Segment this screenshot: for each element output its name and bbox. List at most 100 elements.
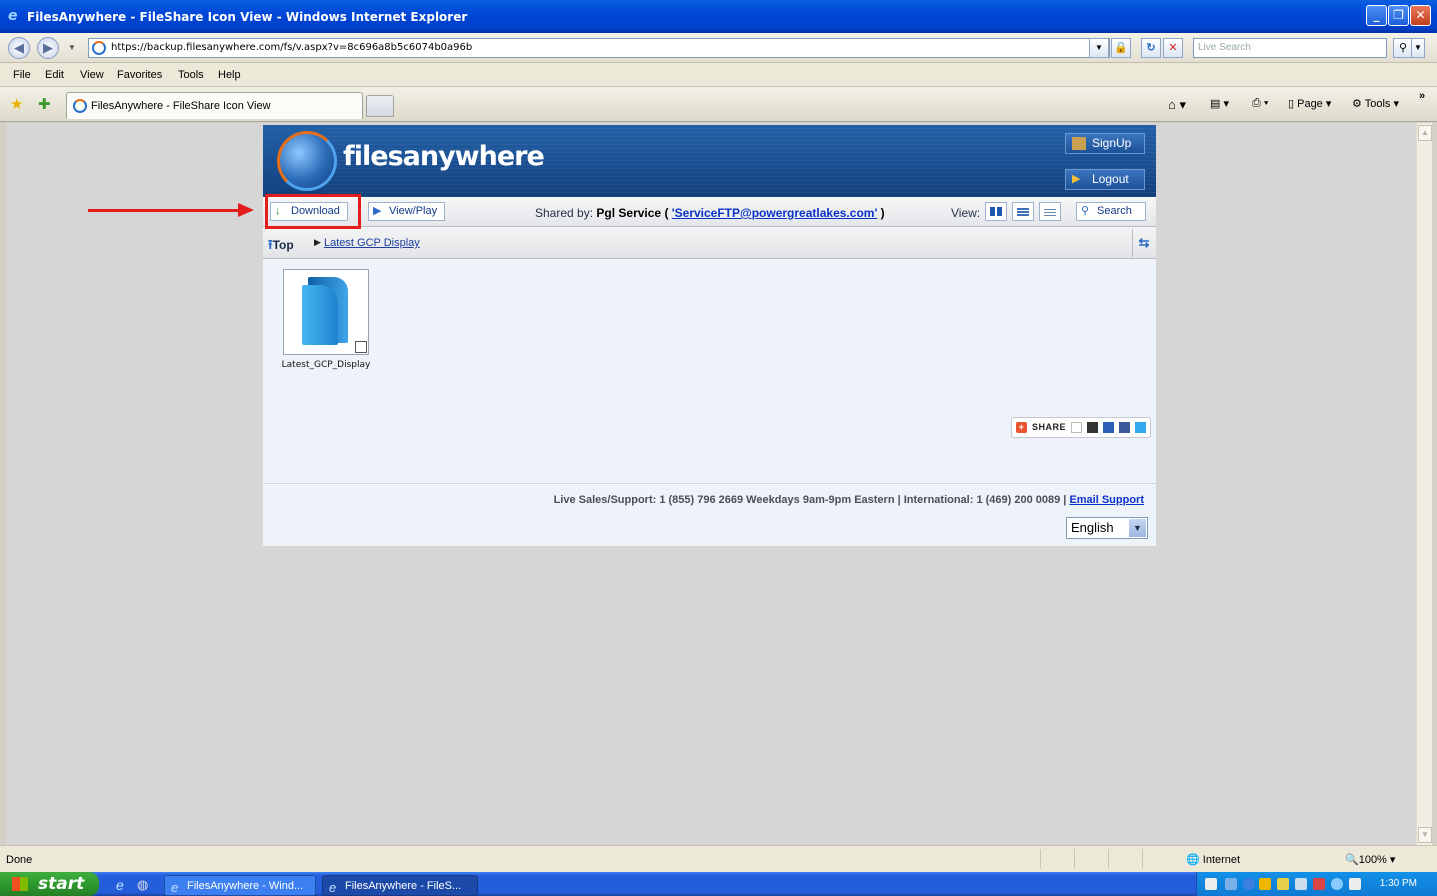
history-dropdown-icon[interactable]: ▼ — [68, 43, 76, 52]
add-favorite-icon[interactable]: ✚ — [38, 95, 51, 113]
tab-title: FilesAnywhere - FileShare Icon View — [91, 100, 271, 112]
icon-view-button[interactable] — [985, 202, 1007, 221]
internet-zone: 🌐 Internet — [1186, 854, 1241, 866]
search-files-button[interactable]: ⚲ Search — [1076, 202, 1146, 221]
favorites-star-icon[interactable]: ★ — [10, 95, 23, 113]
support-info: Live Sales/Support: 1 (855) 796 2669 Wee… — [554, 494, 1144, 506]
breadcrumb-folder-link[interactable]: Latest GCP Display — [324, 237, 420, 249]
back-button[interactable]: ◀ — [8, 37, 30, 59]
zoom-control[interactable]: 🔍100% ▾ — [1345, 853, 1395, 866]
network-tray-icon[interactable] — [1225, 878, 1237, 890]
logout-button[interactable]: ▶ Logout — [1065, 169, 1145, 190]
start-label: start — [38, 874, 85, 894]
language-value: English — [1071, 520, 1114, 535]
chevron-more-icon[interactable]: » — [1419, 90, 1425, 102]
taskbar-item-label: FilesAnywhere - Wind... — [187, 880, 304, 892]
security-tray-icon[interactable] — [1277, 878, 1289, 890]
windows-taskbar: start e ◍ e FilesAnywhere - Wind... e Fi… — [0, 872, 1437, 896]
folder-name[interactable]: Latest_GCP_Display — [277, 359, 375, 372]
shared-by-email-link[interactable]: 'ServiceFTP@powergreatlakes.com' — [672, 206, 878, 220]
menu-edit[interactable]: Edit — [45, 69, 64, 81]
refresh-arrows-icon[interactable]: ⇆ — [1132, 229, 1155, 257]
tools-menu[interactable]: ⚙ Tools ▾ — [1352, 97, 1399, 110]
shared-by-info: Shared by: Pgl Service ( 'ServiceFTP@pow… — [535, 206, 885, 220]
windows-flag-icon — [12, 877, 28, 891]
volume-tray-icon[interactable] — [1349, 878, 1361, 890]
breadcrumb-top-label: Top — [272, 238, 294, 252]
window-title: FilesAnywhere - FileShare Icon View - Wi… — [27, 10, 468, 24]
globe-logo-icon — [277, 131, 337, 191]
lock-icon[interactable]: 🔒 — [1111, 38, 1131, 58]
tab-bar: ★ ✚ FilesAnywhere - FileShare Icon View … — [0, 87, 1437, 122]
quicklaunch-ie-icon[interactable]: e — [108, 875, 124, 896]
search-options-button[interactable]: ▼ — [1411, 38, 1425, 58]
file-area: Latest_GCP_Display + SHARE — [263, 260, 1156, 482]
url-dropdown-button[interactable]: ▼ — [1089, 38, 1109, 58]
viewplay-button[interactable]: ▶ View/Play — [368, 202, 446, 221]
list-view-button[interactable] — [1039, 202, 1061, 221]
breadcrumb: ⭱Top ▶ Latest GCP Display ⇆ — [263, 228, 1156, 259]
breadcrumb-top[interactable]: ⭱Top — [268, 236, 294, 258]
signup-label: SignUp — [1092, 136, 1132, 150]
zone-label: Internet — [1202, 854, 1241, 866]
minimize-button[interactable]: _ — [1366, 5, 1387, 26]
tab-active[interactable]: FilesAnywhere - FileShare Icon View — [66, 92, 363, 119]
page-menu[interactable]: ▯ Page ▾ — [1288, 97, 1331, 110]
menu-file[interactable]: File — [13, 69, 31, 81]
home-icon[interactable]: ⌂ ▾ — [1168, 97, 1186, 113]
wireless-tray-icon[interactable] — [1331, 878, 1343, 890]
print-icon[interactable]: ⎙ ▾ — [1252, 97, 1268, 110]
help-tray-icon[interactable] — [1205, 878, 1217, 890]
display-tray-icon[interactable] — [1295, 878, 1307, 890]
logout-label: Logout — [1092, 172, 1129, 186]
start-button[interactable]: start — [0, 872, 99, 896]
status-cell — [1142, 849, 1176, 869]
shield-tray-icon[interactable] — [1259, 878, 1271, 890]
detail-view-button[interactable] — [1012, 202, 1034, 221]
quicklaunch-ie-alt-icon[interactable]: ◍ — [131, 875, 148, 896]
status-cell — [1074, 849, 1108, 869]
share-button[interactable]: + SHARE — [1011, 417, 1151, 438]
url-input[interactable]: https://backup.filesanywhere.com/fs/v.as… — [88, 38, 1110, 58]
stop-button[interactable]: ✕ — [1163, 38, 1183, 58]
alert-tray-icon[interactable] — [1313, 878, 1325, 890]
folder-select-checkbox[interactable] — [355, 341, 367, 353]
digg-icon — [1103, 422, 1115, 434]
feeds-icon[interactable]: ▤ ▾ — [1210, 97, 1229, 110]
site-logo[interactable]: filesanywhere — [343, 141, 545, 172]
menu-tools[interactable]: Tools — [178, 69, 204, 81]
system-tray: 1:30 PM — [1196, 872, 1437, 896]
status-cell — [1108, 849, 1142, 869]
logout-icon: ▶ — [1072, 173, 1081, 185]
taskbar-item-ie-2[interactable]: e FilesAnywhere - FileS... — [322, 875, 478, 896]
taskbar-item-ie-1[interactable]: e FilesAnywhere - Wind... — [164, 875, 316, 896]
site-favicon-icon — [92, 41, 106, 55]
email-support-link[interactable]: Email Support — [1069, 494, 1144, 506]
folder-tile[interactable] — [283, 269, 369, 355]
vertical-scrollbar[interactable]: ▲ ▼ — [1416, 123, 1432, 845]
menu-view[interactable]: View — [80, 69, 104, 81]
zoom-value: 100% — [1358, 854, 1387, 866]
scroll-down-icon[interactable]: ▼ — [1418, 827, 1432, 843]
forward-button[interactable]: ▶ — [37, 37, 59, 59]
refresh-button[interactable]: ↻ — [1141, 38, 1161, 58]
language-select[interactable]: English ▼ — [1066, 517, 1148, 539]
scroll-up-icon[interactable]: ▲ — [1418, 125, 1432, 141]
back-tray-icon[interactable] — [1243, 878, 1255, 890]
viewplay-label: View/Play — [389, 205, 438, 217]
page-footer: Live Sales/Support: 1 (855) 796 2669 Wee… — [263, 483, 1156, 546]
list-view-icon — [1044, 207, 1056, 216]
restore-button[interactable]: ❐ — [1388, 5, 1409, 26]
breadcrumb-separator-icon: ▶ — [314, 237, 321, 247]
search-button[interactable]: ⚲ — [1393, 38, 1413, 58]
new-tab-button[interactable] — [366, 95, 394, 117]
annotation-arrow — [88, 203, 254, 217]
signup-button[interactable]: SignUp — [1065, 133, 1145, 154]
menu-favorites[interactable]: Favorites — [117, 69, 162, 81]
fileshare-panel: filesanywhere SignUp ▶ Logout ↓ Download… — [263, 125, 1156, 546]
menu-help[interactable]: Help — [218, 69, 241, 81]
live-search-input[interactable]: Live Search — [1193, 38, 1387, 58]
address-bar: ◀ ▶ ▼ https://backup.filesanywhere.com/f… — [0, 33, 1437, 63]
close-button[interactable]: ✕ — [1410, 5, 1431, 26]
support-text: Live Sales/Support: 1 (855) 796 2669 Wee… — [553, 494, 1070, 506]
